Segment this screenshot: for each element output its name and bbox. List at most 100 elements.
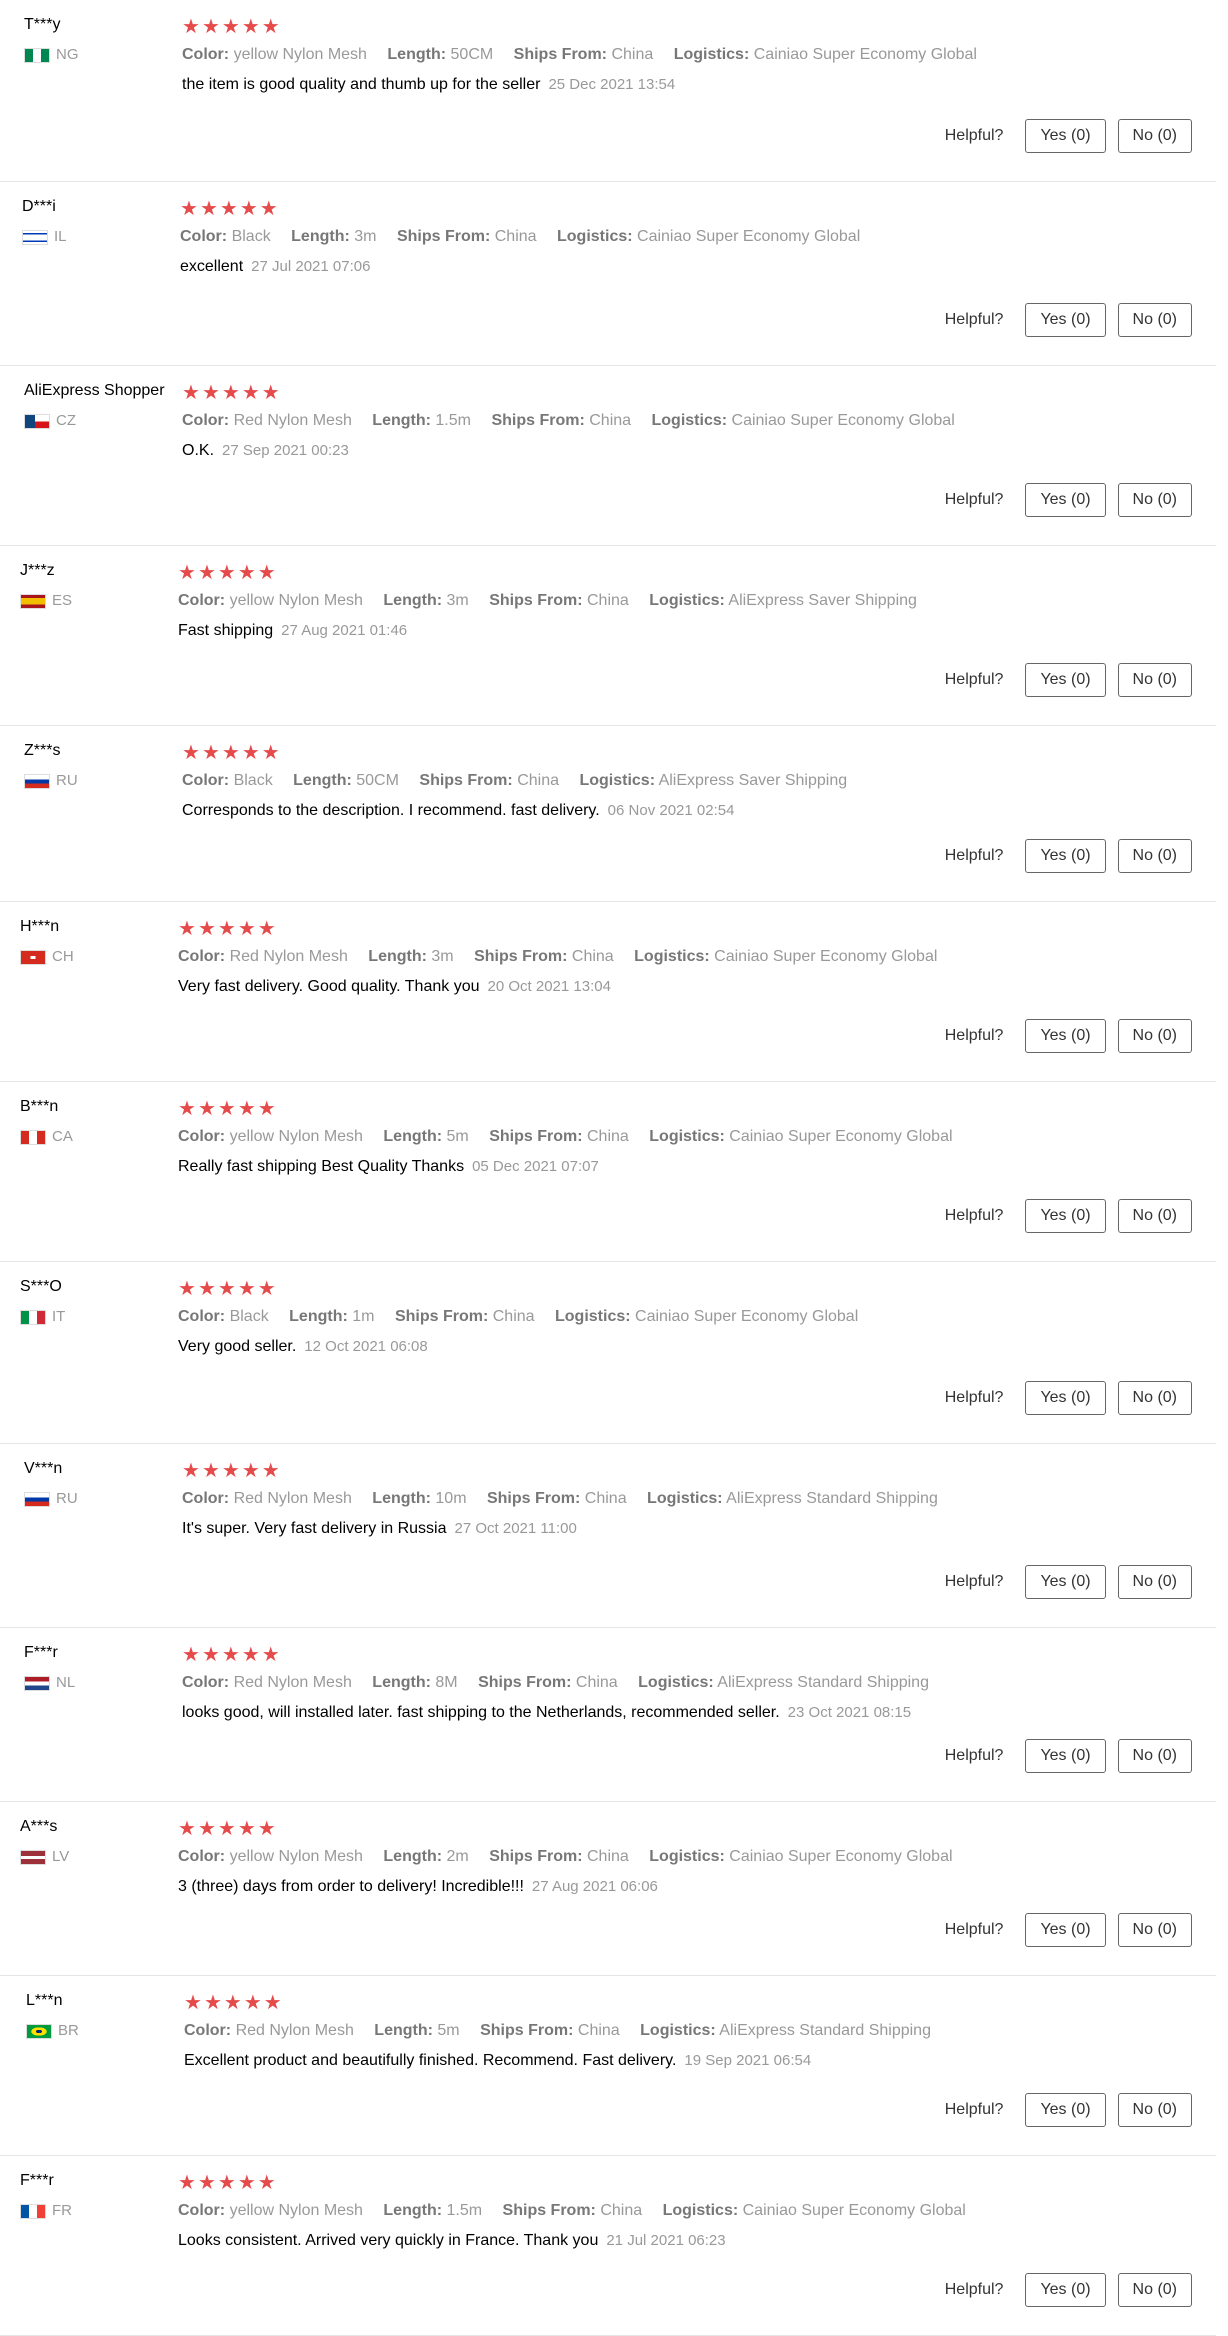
- helpful-vote: Helpful? Yes (0) No (0): [945, 1565, 1192, 1599]
- attr-ships-from: Ships From: China: [478, 1674, 618, 1691]
- attr-color: Color: Black: [178, 1308, 269, 1325]
- helpful-no-button[interactable]: No (0): [1117, 1381, 1192, 1415]
- star-icon: ★: [261, 382, 282, 404]
- review-date: 27 Jul 2021 07:06: [251, 258, 371, 275]
- review-content: Fast shipping 27 Aug 2021 01:46: [178, 620, 1196, 642]
- star-icon: ★: [178, 1278, 198, 1300]
- helpful-yes-button[interactable]: Yes (0): [1025, 663, 1106, 697]
- attr-length-label: Length:: [372, 1674, 431, 1691]
- helpful-yes-button[interactable]: Yes (0): [1025, 1739, 1106, 1773]
- review-text: Corresponds to the description. I recomm…: [182, 802, 600, 819]
- country-flag-icon: [24, 413, 50, 429]
- attr-logistics: Logistics: Cainiao Super Economy Global: [634, 948, 937, 965]
- attr-color-value: yellow Nylon Mesh: [229, 1128, 363, 1145]
- helpful-no-button[interactable]: No (0): [1117, 303, 1192, 337]
- helpful-yes-button[interactable]: Yes (0): [1025, 2273, 1106, 2307]
- helpful-no-button[interactable]: No (0): [1117, 663, 1192, 697]
- helpful-yes-button[interactable]: Yes (0): [1025, 1913, 1106, 1947]
- attr-ships-from-value: China: [600, 2202, 643, 2219]
- helpful-label: Helpful?: [944, 1389, 1004, 1406]
- helpful-no-button[interactable]: No (0): [1117, 119, 1192, 153]
- review-item: F***r NL ★★★★★ Color: Red Nylon Mesh Len…: [0, 1628, 1216, 1802]
- helpful-no-button[interactable]: No (0): [1117, 2273, 1192, 2307]
- star-rating: ★★★★★: [178, 562, 1196, 584]
- helpful-label: Helpful?: [944, 2101, 1004, 2118]
- star-icon: ★: [241, 16, 262, 38]
- helpful-yes-button[interactable]: Yes (0): [1025, 1381, 1106, 1415]
- helpful-yes-button[interactable]: Yes (0): [1025, 1019, 1106, 1053]
- review-body: ★★★★★ Color: Black Length: 50CM Ships Fr…: [182, 742, 1196, 822]
- attr-logistics-label: Logistics:: [662, 2202, 739, 2219]
- star-icon: ★: [239, 198, 260, 220]
- feedback-list: T***y NG ★★★★★ Color: yellow Nylon Mesh …: [0, 0, 1228, 2336]
- country-code: ES: [52, 592, 73, 609]
- star-icon: ★: [217, 2172, 238, 2194]
- review-item: S***O IT ★★★★★ Color: Black Length: 1m S…: [0, 1262, 1216, 1444]
- reviewer-name: S***O: [20, 1278, 62, 1295]
- attr-length-label: Length:: [383, 1848, 443, 1865]
- helpful-no-button[interactable]: No (0): [1117, 1199, 1192, 1233]
- attr-length-label: Length:: [289, 1308, 348, 1325]
- attr-logistics: Logistics: Cainiao Super Economy Global: [663, 2202, 966, 2219]
- helpful-label: Helpful?: [944, 1027, 1004, 1044]
- star-icon: ★: [182, 1460, 202, 1482]
- review-date: 27 Aug 2021 06:06: [531, 1878, 658, 1895]
- reviewer-info: T***y NG: [24, 14, 184, 64]
- helpful-no-button[interactable]: No (0): [1117, 1565, 1192, 1599]
- attr-color-label: Color:: [182, 46, 230, 63]
- order-attributes: Color: yellow Nylon Mesh Length: 5m Ship…: [178, 1126, 1196, 1148]
- review-date: 21 Jul 2021 06:23: [606, 2232, 726, 2249]
- reviewer-country: BR: [26, 2022, 186, 2040]
- helpful-no-button[interactable]: No (0): [1117, 1913, 1192, 1947]
- helpful-yes-button[interactable]: Yes (0): [1025, 303, 1106, 337]
- reviewer-name: AliExpress Shopper: [24, 382, 165, 399]
- country-flag-icon: [24, 1491, 50, 1507]
- helpful-label: Helpful?: [944, 311, 1004, 328]
- attr-length-value: 3m: [354, 228, 377, 245]
- review-content: Looks consistent. Arrived very quickly i…: [178, 2230, 1196, 2252]
- attr-length-label: Length:: [368, 948, 427, 965]
- review-content: Excellent product and beautifully finish…: [184, 2050, 1196, 2072]
- helpful-no-button[interactable]: No (0): [1117, 839, 1192, 873]
- helpful-yes-button[interactable]: Yes (0): [1025, 1199, 1106, 1233]
- attr-logistics-value: Cainiao Super Economy Global: [714, 948, 938, 965]
- helpful-label: Helpful?: [944, 847, 1004, 864]
- attr-ships-from: Ships From: China: [489, 1128, 629, 1145]
- helpful-yes-button[interactable]: Yes (0): [1025, 2093, 1106, 2127]
- star-icon: ★: [257, 2172, 278, 2194]
- reviewer-info: F***r NL: [24, 1642, 184, 1692]
- attr-logistics-label: Logistics:: [649, 1128, 725, 1145]
- helpful-yes-button[interactable]: Yes (0): [1025, 119, 1106, 153]
- reviewer-name: B***n: [20, 1098, 59, 1115]
- attr-color-value: yellow Nylon Mesh: [229, 1848, 363, 1865]
- attr-ships-from-label: Ships From:: [489, 1848, 583, 1865]
- attr-logistics-value: Cainiao Super Economy Global: [635, 1308, 859, 1325]
- star-icon: ★: [180, 198, 200, 220]
- helpful-yes-button[interactable]: Yes (0): [1025, 1565, 1106, 1599]
- star-icon: ★: [178, 918, 198, 940]
- helpful-vote: Helpful? Yes (0) No (0): [945, 1739, 1192, 1773]
- helpful-no-button[interactable]: No (0): [1117, 1019, 1192, 1053]
- review-content: It's super. Very fast delivery in Russia…: [182, 1518, 1196, 1540]
- reviewer-country: CH: [20, 948, 180, 966]
- attr-logistics: Logistics: AliExpress Saver Shipping: [579, 772, 847, 789]
- attr-color: Color: Black: [180, 228, 271, 245]
- star-icon: ★: [178, 562, 198, 584]
- helpful-vote: Helpful? Yes (0) No (0): [945, 2093, 1192, 2127]
- helpful-no-button[interactable]: No (0): [1117, 2093, 1192, 2127]
- star-icon: ★: [197, 562, 218, 584]
- review-body: ★★★★★ Color: Black Length: 1m Ships From…: [178, 1278, 1196, 1358]
- helpful-yes-button[interactable]: Yes (0): [1025, 483, 1106, 517]
- attr-ships-from-label: Ships From:: [478, 1674, 572, 1691]
- reviewer-country: NL: [24, 1674, 184, 1692]
- attr-logistics: Logistics: Cainiao Super Economy Global: [652, 412, 955, 429]
- helpful-no-button[interactable]: No (0): [1117, 1739, 1192, 1773]
- attr-length-value: 50CM: [356, 772, 399, 789]
- helpful-no-button[interactable]: No (0): [1117, 483, 1192, 517]
- star-icon: ★: [223, 1992, 244, 2014]
- attr-length: Length: 50CM: [387, 46, 493, 63]
- helpful-yes-button[interactable]: Yes (0): [1025, 839, 1106, 873]
- reviewer-name: J***z: [20, 562, 55, 579]
- reviewer-name: D***i: [22, 198, 56, 215]
- country-code: IL: [54, 228, 67, 245]
